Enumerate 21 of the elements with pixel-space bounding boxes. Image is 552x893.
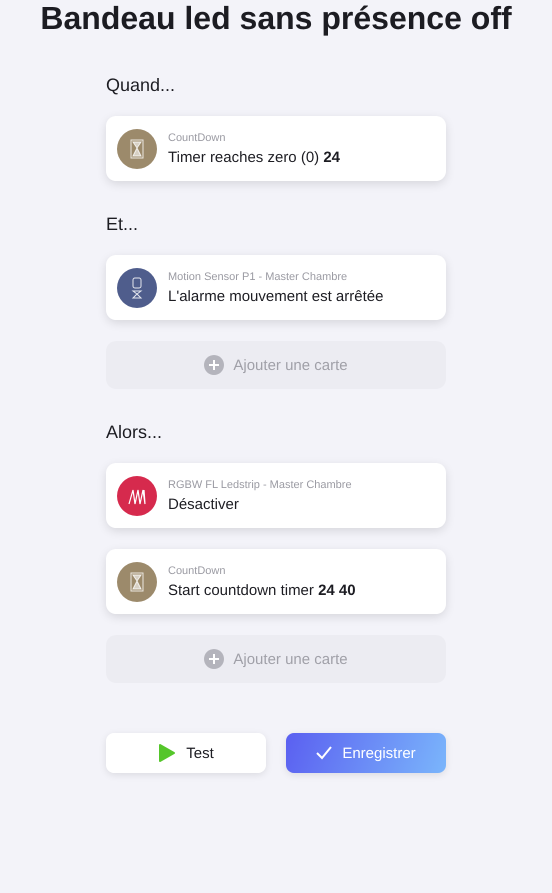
card-text: L'alarme mouvement est arrêtée: [168, 288, 384, 304]
flow-card[interactable]: CountDown Start countdown timer 24 40: [106, 549, 446, 614]
page-title: Bandeau led sans présence off: [40, 0, 512, 38]
device-name: CountDown: [168, 564, 226, 576]
card-text: Timer reaches zero (0) 24: [168, 148, 340, 166]
plus-icon: [204, 649, 224, 669]
device-name: RGBW FL Ledstrip - Master Chambre: [168, 478, 352, 490]
flow-card[interactable]: CountDown Timer reaches zero (0) 24: [106, 116, 446, 181]
test-button[interactable]: Test: [106, 733, 266, 773]
device-name: CountDown: [168, 132, 226, 144]
device-name: Motion Sensor P1 - Master Chambre: [168, 270, 348, 282]
plus-icon: [204, 355, 224, 375]
section-heading: Alors...: [106, 421, 164, 443]
flow-card[interactable]: Motion Sensor P1 - Master Chambre L'alarme mouvement est arrêtée: [106, 255, 446, 320]
section-heading: Et...: [106, 213, 140, 235]
check-icon: [316, 746, 332, 760]
flow-card[interactable]: RGBW FL Ledstrip - Master Chambre Désactiver: [106, 463, 446, 528]
play-icon: [158, 743, 176, 763]
section-heading: Quand...: [106, 74, 176, 96]
card-text: Désactiver: [168, 496, 240, 512]
card-text: Start countdown timer 24 40: [168, 582, 356, 598]
